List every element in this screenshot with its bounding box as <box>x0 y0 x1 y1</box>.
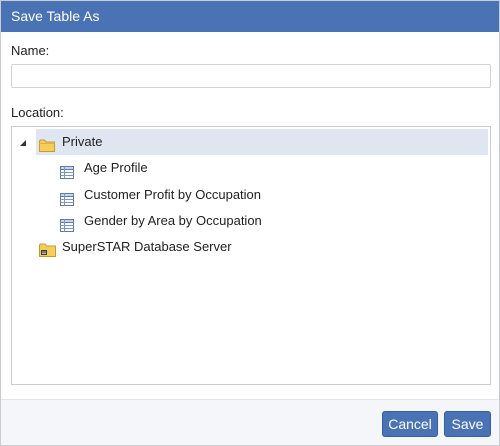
tree-node-label: Customer Profit by Occupation <box>84 187 262 202</box>
dialog-footer: Cancel Save <box>1 399 499 445</box>
dialog-title: Save Table As <box>1 1 499 32</box>
table-icon <box>60 189 74 206</box>
name-input[interactable] <box>11 64 491 88</box>
location-label: Location: <box>11 105 64 120</box>
server-folder-icon <box>39 240 56 257</box>
folder-icon <box>39 135 55 152</box>
tree-node-customer-profit-by-occupation[interactable]: Customer Profit by Occupation <box>60 182 480 208</box>
name-label: Name: <box>11 43 50 58</box>
expand-collapse-icon[interactable] <box>18 136 28 146</box>
tree-node-label: Private <box>62 134 103 149</box>
tree-node-label: SuperSTAR Database Server <box>62 239 232 254</box>
tree-node-label: Gender by Area by Occupation <box>84 213 262 228</box>
tree-node-gender-by-area-by-occupation[interactable]: Gender by Area by Occupation <box>60 208 480 234</box>
tree-node-private[interactable]: Private <box>36 129 488 155</box>
table-icon <box>60 162 74 179</box>
table-icon <box>60 215 74 232</box>
tree-node-superstar-database-server[interactable]: SuperSTAR Database Server <box>36 234 456 260</box>
save-button[interactable]: Save <box>444 411 491 437</box>
tree-node-label: Age Profile <box>84 160 148 175</box>
cancel-button[interactable]: Cancel <box>382 411 438 437</box>
save-table-as-dialog: Save Table As Name: Location: Private Ag… <box>0 0 500 446</box>
location-tree[interactable]: Private Age Profile Customer Profit by O… <box>11 126 491 385</box>
tree-node-age-profile[interactable]: Age Profile <box>60 155 480 181</box>
